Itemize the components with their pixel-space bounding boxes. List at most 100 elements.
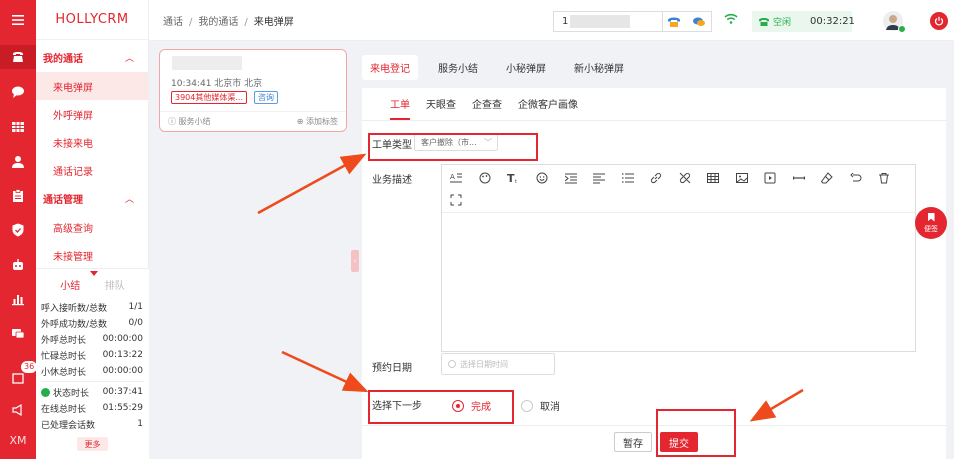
text-align-icon[interactable]: A <box>448 170 464 186</box>
stat-label: 忙碌总时长 <box>41 351 87 362</box>
indent-icon[interactable] <box>563 170 579 186</box>
grid-icon[interactable] <box>0 115 36 139</box>
shield-icon[interactable] <box>0 218 36 242</box>
menu-toggle-icon[interactable] <box>0 8 36 32</box>
stat-value: 00:00:00 <box>102 334 143 344</box>
subtab-tianyancha[interactable]: 天眼查 <box>426 96 456 120</box>
notification-icon[interactable]: 36 <box>0 360 39 390</box>
logout-button[interactable] <box>930 12 948 30</box>
undo-icon[interactable] <box>848 170 864 186</box>
message-icon[interactable] <box>0 322 36 346</box>
breadcrumb-separator: / <box>244 17 248 28</box>
horizontal-rule-icon[interactable] <box>791 170 807 186</box>
caller-card[interactable]: 10:34:41 北京市 北京 3904其他媒体渠... 咨询 ⓘ 服务小结 ⊕… <box>159 49 347 132</box>
phone-number-input[interactable]: 1 <box>553 11 663 32</box>
stats-tab-summary[interactable]: 小结 <box>60 277 80 292</box>
stats-tabs: 小结 排队 <box>36 269 149 299</box>
bar-chart-icon[interactable] <box>0 287 36 311</box>
online-status-dot <box>898 25 906 33</box>
link-icon[interactable] <box>648 170 664 186</box>
menu-group-label: 通话管理 <box>43 195 83 206</box>
stat-label: 状态时长 <box>41 386 89 399</box>
tab-new-assistant-popup[interactable]: 新小秘弹屏 <box>566 55 632 80</box>
call-time-location: 10:34:41 北京市 北京 <box>171 79 263 89</box>
more-button[interactable]: 更多 <box>77 437 108 451</box>
eraser-icon[interactable] <box>819 170 835 186</box>
collapse-handle[interactable]: ‹ <box>351 250 359 272</box>
power-icon <box>934 16 944 26</box>
announcement-icon[interactable] <box>0 398 36 422</box>
phone-icon[interactable] <box>0 45 36 69</box>
menu-item-outbound-popup[interactable]: 外呼弹屏 <box>36 100 148 128</box>
stat-value: 1/1 <box>128 302 143 312</box>
emoji-icon[interactable] <box>534 170 550 186</box>
palette-icon[interactable] <box>477 170 493 186</box>
radio-label: 取消 <box>540 402 560 413</box>
trash-icon[interactable] <box>876 170 892 186</box>
breadcrumb-item[interactable]: 我的通话 <box>198 17 238 28</box>
stat-label: 已处理会话数 <box>41 420 96 431</box>
dial-phone-icon[interactable] <box>667 16 681 28</box>
menu-item-missed-management[interactable]: 未接管理 <box>36 241 148 269</box>
stat-row: 小休总时长 00:00:00 <box>36 363 149 379</box>
subtab-wecom-profile[interactable]: 企微客户画像 <box>518 96 578 120</box>
icon-rail: 36 XM <box>0 0 39 459</box>
divider <box>41 381 144 382</box>
font-size-icon[interactable]: Tt <box>505 170 521 186</box>
clipboard-icon[interactable] <box>0 184 36 208</box>
subtab-qichacha[interactable]: 企查查 <box>472 96 502 120</box>
appointment-date-input[interactable]: 选择日期时间 <box>441 353 555 375</box>
menu-item-advanced-search[interactable]: 高级查询 <box>36 213 148 241</box>
status-timer: 00:32:21 <box>810 16 855 27</box>
list-icon[interactable] <box>620 170 636 186</box>
agent-status[interactable]: 空闲 00:32:21 <box>752 11 855 32</box>
tab-service-summary[interactable]: 服务小结 <box>430 55 486 80</box>
chat-icon[interactable] <box>0 80 36 104</box>
menu-item-call-records[interactable]: 通话记录 <box>36 156 148 184</box>
stat-row: 呼入接听数/总数 1/1 <box>36 299 149 315</box>
radio-cancel[interactable]: 取消 <box>521 398 560 413</box>
add-tag-link[interactable]: ⊕ 添加标签 <box>297 116 338 127</box>
stat-row: 外呼总时长 00:00:00 <box>36 331 149 347</box>
stat-value: 1 <box>137 419 143 429</box>
rich-text-editor[interactable]: A Tt <box>441 164 916 352</box>
annotation-box <box>368 133 538 161</box>
stat-value: 00:13:22 <box>102 350 143 360</box>
chat-bubble-icon[interactable] <box>692 16 706 28</box>
unlink-icon[interactable] <box>677 170 693 186</box>
user-initials[interactable]: XM <box>0 428 36 452</box>
menu-item-missed-calls[interactable]: 未接来电 <box>36 128 148 156</box>
stat-row: 忙碌总时长 00:13:22 <box>36 347 149 363</box>
user-icon[interactable] <box>0 150 36 174</box>
stat-label: 在线总时长 <box>41 404 87 415</box>
stat-label-text: 状态时长 <box>53 388 90 399</box>
redacted-caller-name <box>172 56 242 70</box>
consult-tag: 咨询 <box>254 91 278 104</box>
menu-group-call-management[interactable]: 通话管理 ︿ <box>36 184 148 213</box>
subtab-work-order[interactable]: 工单 <box>390 96 410 120</box>
menu-group-my-calls[interactable]: 我的通话 ︿ <box>36 43 148 72</box>
save-draft-button[interactable]: 暂存 <box>614 432 652 452</box>
fullscreen-icon[interactable] <box>448 192 464 208</box>
notes-float-button[interactable]: 便签 <box>915 207 947 239</box>
stats-tab-queue[interactable]: 排队 <box>105 277 125 292</box>
image-icon[interactable] <box>734 170 750 186</box>
breadcrumb: 通话 / 我的通话 / 来电弹屏 <box>163 13 294 28</box>
menu-item-incoming-popup[interactable]: 来电弹屏 <box>36 72 148 100</box>
tab-assistant-popup[interactable]: 小秘弹屏 <box>498 55 554 80</box>
avatar[interactable] <box>883 11 906 33</box>
service-summary-link[interactable]: ⓘ 服务小结 <box>168 116 211 127</box>
divider <box>362 120 946 121</box>
svg-text:T: T <box>507 172 515 184</box>
divider <box>442 212 915 213</box>
form-footer: 暂存 提交 <box>362 425 946 459</box>
radio-circle <box>521 399 533 412</box>
table-icon[interactable] <box>705 170 721 186</box>
breadcrumb-item[interactable]: 通话 <box>163 17 183 28</box>
robot-icon[interactable] <box>0 253 36 277</box>
align-left-icon[interactable] <box>591 170 607 186</box>
video-icon[interactable] <box>762 170 778 186</box>
tab-call-registration[interactable]: 来电登记 <box>362 54 418 80</box>
annotation-box <box>368 390 514 424</box>
clock-icon <box>448 360 456 368</box>
